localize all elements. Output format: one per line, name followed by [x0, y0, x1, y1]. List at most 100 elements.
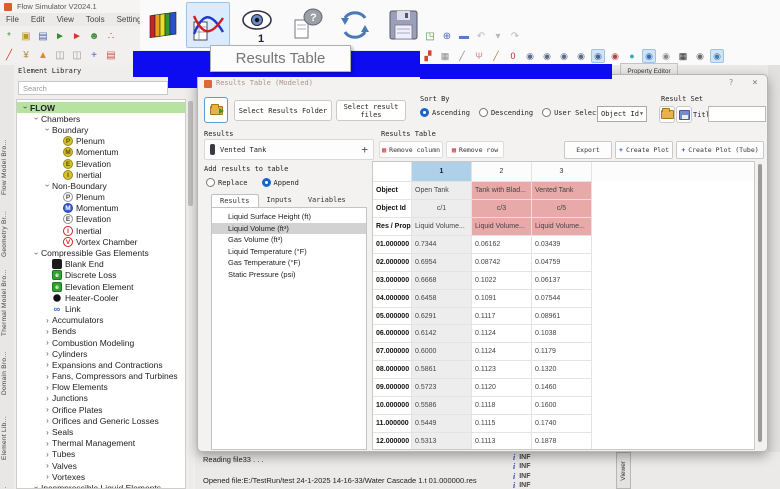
tree-item[interactable]: e Elevation Element [17, 281, 185, 292]
table-cell[interactable]: 0.08742 [472, 253, 532, 272]
toolbar-icon[interactable]: ► [70, 30, 84, 44]
table-cell[interactable]: Vented Tank [532, 182, 592, 200]
tree-item[interactable]: Valves [17, 460, 185, 471]
list-item[interactable]: Liquid Temperature (°F) [212, 246, 366, 258]
row-label[interactable]: Res / Prop [373, 218, 412, 236]
tree-item[interactable]: Orifices and Generic Losses [17, 415, 185, 426]
filler[interactable] [592, 182, 754, 200]
table-cell[interactable]: 0.1120 [472, 379, 532, 398]
tree-item[interactable]: Compressible Gas Elements [17, 247, 185, 258]
table-cell[interactable]: 0.1179 [532, 343, 592, 362]
filler[interactable] [592, 162, 754, 182]
menu-item[interactable]: View [51, 15, 80, 24]
row-label[interactable]: 06.000000 [373, 325, 412, 344]
toolbar-icon[interactable]: ▬ [457, 30, 471, 44]
table-cell[interactable]: 0.1091 [472, 289, 532, 308]
viewer-tab[interactable]: Viewer [616, 452, 631, 489]
table-cell[interactable]: 0.5861 [412, 361, 472, 380]
toolbar-icon[interactable]: + [87, 49, 101, 63]
filler[interactable] [592, 289, 754, 308]
table-cell[interactable]: 0.6291 [412, 307, 472, 326]
table-cell[interactable]: 0.06162 [472, 236, 532, 254]
tree-item[interactable]: Expansions and Contractions [17, 359, 185, 370]
tree-item[interactable]: Seals [17, 426, 185, 437]
table-cell[interactable]: 0.1878 [532, 432, 592, 449]
tree-item[interactable]: Incompressible Liquid Elements [17, 482, 185, 488]
filler[interactable] [592, 200, 754, 218]
tree-item[interactable]: Orifice Plates [17, 404, 185, 415]
table-cell[interactable]: 0.6668 [412, 271, 472, 290]
menu-item[interactable]: Tools [80, 15, 111, 24]
table-cell[interactable]: Liquid Volume... [412, 218, 472, 236]
list-item[interactable]: Gas Temperature (°F) [212, 257, 366, 269]
toolbar-icon[interactable]: ◳ [423, 30, 437, 44]
view-toolbar-icon[interactable]: ◉ [642, 48, 656, 63]
view-toolbar-icon[interactable]: ◉ [523, 49, 537, 63]
search-input[interactable] [18, 81, 168, 95]
table-cell[interactable]: c/5 [532, 200, 592, 218]
view-toolbar-icon[interactable]: ◉ [574, 49, 588, 63]
result-set-title-input[interactable] [708, 106, 766, 122]
table-scrollbar[interactable] [757, 161, 763, 450]
tree-item[interactable]: ∞ Link [17, 303, 185, 314]
menu-item[interactable]: Edit [25, 15, 51, 24]
tree-item[interactable]: E Elevation [17, 158, 185, 169]
view-results-icon[interactable]: 1 [240, 6, 274, 46]
view-toolbar-icon[interactable]: ╱ [489, 49, 503, 63]
table-cell[interactable]: Open Tank [412, 182, 472, 200]
tree-item[interactable]: Cylinders [17, 348, 185, 359]
tree-item[interactable]: M Momentum [17, 203, 185, 214]
row-label[interactable]: 07.000000 [373, 343, 412, 362]
radio-icon[interactable] [478, 108, 488, 117]
toolbar-icon[interactable]: ▲ [36, 49, 50, 63]
toolbar-icon[interactable]: ☻ [87, 30, 101, 44]
table-cell[interactable]: 0.1123 [472, 361, 532, 380]
mode-radio-option[interactable]: Replace [206, 178, 248, 187]
table-cell[interactable]: 0.1124 [472, 343, 532, 362]
view-toolbar-icon[interactable]: ◉ [693, 49, 707, 63]
view-toolbar-icon[interactable]: ◉ [710, 48, 724, 63]
column-header[interactable]: 2 [472, 162, 532, 182]
table-cell[interactable]: 0.6458 [412, 289, 472, 308]
toolbar-icon[interactable]: ▾ [491, 30, 505, 44]
tree-scrollbar[interactable] [188, 99, 193, 489]
tree-item[interactable]: I Inertial [17, 225, 185, 236]
table-cell[interactable]: 0.1115 [472, 414, 532, 433]
tree-item[interactable]: Accumulators [17, 315, 185, 326]
list-item[interactable]: Gas Volume (ft³) [212, 234, 366, 246]
tree-item[interactable]: P Plenum [17, 192, 185, 203]
table-cell[interactable]: 0.1038 [532, 325, 592, 344]
view-toolbar-icon[interactable]: ▦ [438, 49, 452, 63]
table-cell[interactable]: 0.6142 [412, 325, 472, 344]
view-toolbar-icon[interactable]: ▦ [676, 49, 690, 63]
table-cell[interactable]: 0.1117 [472, 307, 532, 326]
tree-item[interactable]: V Vortex Chamber [17, 236, 185, 247]
table-cell[interactable]: 0.5586 [412, 397, 472, 415]
help-button[interactable]: ? [725, 77, 737, 89]
tree-item[interactable]: Flow Elements [17, 382, 185, 393]
tree-scrollbar-thumb[interactable] [188, 101, 193, 206]
filler[interactable] [592, 236, 754, 254]
side-panel-tab[interactable]: Datum P... [1, 479, 13, 489]
view-toolbar-icon[interactable]: ╱ [455, 49, 469, 63]
view-toolbar-icon[interactable]: 0 [506, 49, 520, 63]
toolbar-icon[interactable]: ▤ [104, 49, 118, 63]
filler[interactable] [592, 379, 754, 398]
table-cell[interactable]: 0.07544 [532, 289, 592, 308]
table-cell[interactable]: 0.5723 [412, 379, 472, 398]
select-result-files-button[interactable]: Select result files [336, 100, 406, 121]
toolbar-icon[interactable]: ◫ [53, 49, 67, 63]
tree-item[interactable]: Thermal Management [17, 438, 185, 449]
filler[interactable] [592, 432, 754, 449]
view-toolbar-icon[interactable]: ◉ [659, 49, 673, 63]
view-toolbar-icon[interactable]: ◉ [540, 49, 554, 63]
color-scale-icon[interactable] [148, 6, 180, 42]
table-cell[interactable]: 0.1740 [532, 414, 592, 433]
table-cell[interactable]: 0.1022 [472, 271, 532, 290]
side-panel-tab[interactable]: Thermal Model Bro... [1, 267, 13, 339]
tree-item[interactable]: Boundary [17, 124, 185, 135]
list-item[interactable]: Liquid Surface Height (ft) [212, 211, 366, 223]
list-item[interactable]: Static Pressure (psi) [212, 269, 366, 281]
side-panel-tab[interactable]: Domain Bro... [1, 345, 13, 401]
view-toolbar-icon[interactable]: ◉ [608, 49, 622, 63]
